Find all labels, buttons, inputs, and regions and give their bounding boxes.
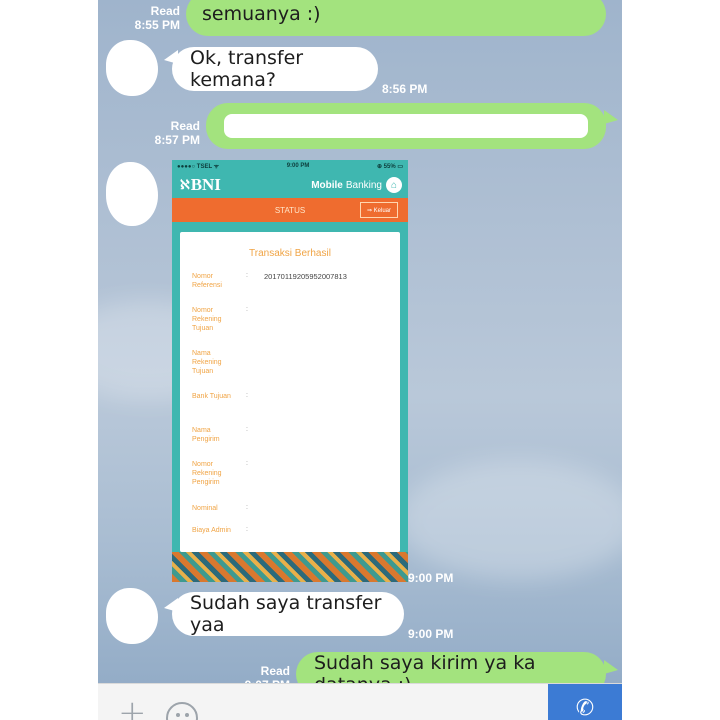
logout-button: ⇒ Keluar [359,202,398,218]
bni-logo: ℵ BNI [180,175,221,195]
contact-avatar[interactable] [106,40,158,96]
bni-header: ℵ BNI Mobile Banking ⌂ [172,172,408,198]
bubble-tail [604,110,618,124]
message-time: 9:00 PM [408,627,454,641]
message-time: 8:57 PM [154,133,200,147]
mobile-text: Mobile [311,179,343,191]
redacted-text [224,114,588,138]
field-label: Biaya Admin [192,527,231,534]
add-icon[interactable]: + [118,696,147,720]
field-colon: : [246,526,248,533]
bubble-tail [604,660,618,674]
read-label: Read [150,4,180,18]
field-label: Nama Pengirim [192,427,220,443]
field-colon: : [246,306,248,313]
message-text: Ok, transfer kemana? [190,47,304,91]
field-label: Bank Tujuan [192,393,231,400]
shared-image[interactable]: ●●●●○ TSEL ᯤ 9:00 PM ⊕ 55% ▭ ℵ BNI Mobil… [172,160,408,582]
field-colon: : [246,272,248,279]
bni-logo-text: BNI [190,175,221,194]
field-colon: : [246,504,248,511]
background-cloud [398,460,622,580]
phone-status-bar: ●●●●○ TSEL ᯤ 9:00 PM ⊕ 55% ▭ [172,160,408,172]
field-label: Nama Rekening Tujuan [192,350,222,375]
message-text: Sudah saya transfer yaa [190,592,382,636]
status-label: STATUS [274,205,306,215]
outgoing-message[interactable] [206,103,606,149]
message-time: 8:56 PM [382,82,428,96]
batik-pattern [172,552,408,582]
field-label: Nominal [192,505,218,512]
transaction-card: Transaksi Berhasil Nomor Referensi : 201… [180,232,400,552]
incoming-message[interactable]: Sudah saya transfer yaa [172,592,404,636]
field-label: Nomor Rekening Tujuan [192,307,222,332]
bni-mark-icon: ℵ [180,177,190,192]
banking-text: Banking [345,179,382,191]
signal-text: ●●●●○ TSEL ᯤ [177,164,220,170]
home-icon: ⌂ [386,177,402,193]
status-time: 9:00 PM [286,163,310,169]
phone-icon: ✆ [575,696,595,720]
transaction-title: Transaksi Berhasil [249,248,331,259]
field-label: Nomor Rekening Pengirim [192,461,222,486]
chat-screen: Read 8:55 PM semuanya :) Ok, transfer ke… [98,0,622,720]
read-label: Read [260,664,290,678]
status-bar-orange: STATUS ⇒ Keluar [172,198,408,222]
field-colon: : [246,460,248,467]
message-time: 8:55 PM [134,18,180,32]
field-colon: : [246,426,248,433]
message-text: semuanya :) [202,3,321,25]
field-label: Nomor Referensi [192,273,222,289]
message-meta: Read 8:57 PM [148,119,200,147]
emoji-icon[interactable] [166,702,198,720]
message-meta: Read 8:55 PM [128,4,180,32]
incoming-message[interactable]: Ok, transfer kemana? [172,47,378,91]
mobile-banking-label: Mobile Banking ⌂ [311,177,402,193]
contact-avatar[interactable] [106,588,158,644]
reference-number: 20170119205952007813 [264,272,347,281]
contact-avatar[interactable] [106,162,158,226]
outgoing-message[interactable]: semuanya :) [186,0,606,36]
field-colon: : [246,392,248,399]
read-label: Read [170,119,200,133]
battery-text: ⊕ 55% ▭ [376,163,403,170]
call-button[interactable]: ✆ [548,684,622,720]
message-input-bar: + ✆ [98,683,622,720]
message-time: 9:00 PM [408,571,454,585]
